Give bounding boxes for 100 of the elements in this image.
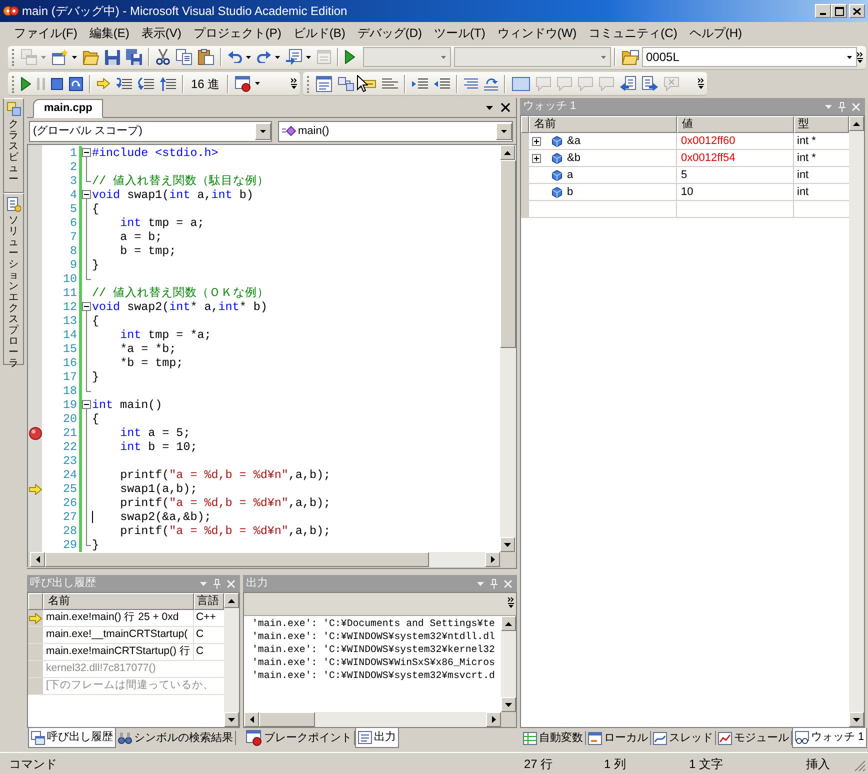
document-arrow-icon[interactable]	[642, 76, 658, 92]
folder-icon[interactable]	[83, 50, 99, 64]
collapse-icon[interactable]	[82, 148, 91, 157]
scrollbar[interactable]	[30, 552, 500, 567]
menu-item[interactable]: ウィンドウ(W)	[491, 24, 583, 42]
menu-item[interactable]: ファイル(F)	[8, 24, 84, 42]
scrollbar[interactable]	[501, 616, 516, 712]
scrollbar[interactable]	[500, 145, 516, 552]
cubes-icon[interactable]	[338, 76, 354, 90]
scrollbar[interactable]	[244, 712, 501, 727]
caret-icon[interactable]	[72, 56, 77, 58]
scroll-up-button[interactable]	[849, 116, 864, 131]
panel-tab[interactable]: スレッド	[651, 731, 716, 745]
panel-tab[interactable]: ウォッチ 1	[792, 728, 868, 748]
menu-item[interactable]: デバッグ(D)	[351, 24, 428, 42]
scope-dropdown[interactable]: (グローバル スコープ)	[29, 120, 272, 142]
side-tab[interactable]: ソリューションエクスプローラ	[3, 193, 24, 365]
scroll-left-button[interactable]	[30, 552, 45, 567]
redo-arrow-icon[interactable]	[257, 51, 271, 63]
play-icon[interactable]	[345, 50, 355, 64]
close-button[interactable]	[849, 4, 865, 18]
expand-icon[interactable]	[532, 136, 541, 146]
play-icon[interactable]	[21, 76, 31, 90]
folder-icon[interactable]	[622, 50, 639, 64]
arrow-icon[interactable]	[97, 78, 110, 89]
stack-frame[interactable]: [下のフレームは間違っているか、	[46, 678, 214, 694]
panel-tab[interactable]: モジュール	[716, 731, 792, 745]
member-dropdown[interactable]: main()	[278, 120, 513, 142]
step-out-icon[interactable]	[160, 76, 176, 90]
menu-item[interactable]: 表示(V)	[135, 24, 188, 42]
dropdown-field[interactable]	[454, 47, 611, 67]
scroll-left-button[interactable]	[244, 712, 259, 727]
scroll-down-button[interactable]	[500, 537, 515, 552]
stack-frame[interactable]: main.exe!mainCRTStartup() 行	[46, 644, 190, 660]
indent-icon[interactable]	[412, 78, 428, 90]
scrollbar-thumb[interactable]	[500, 160, 516, 348]
panel-tab[interactable]: ブレークポイント	[244, 731, 355, 745]
lines-icon[interactable]	[382, 78, 398, 89]
floppy-disks-icon[interactable]	[126, 49, 142, 65]
scroll-up-button[interactable]	[500, 145, 515, 160]
collapse-icon[interactable]	[82, 302, 91, 311]
expand-icon[interactable]	[532, 154, 541, 162]
collapse-icon[interactable]	[82, 190, 91, 199]
panel-tab[interactable]: 呼び出し履歴	[28, 728, 116, 748]
close-icon[interactable]	[501, 103, 510, 112]
scroll-down-button[interactable]	[501, 697, 516, 712]
menu-item[interactable]: プロジェクト(P)	[187, 24, 288, 42]
chevron-icon[interactable]	[508, 597, 514, 608]
copy-icon[interactable]	[176, 49, 192, 65]
find-combo[interactable]: 0005L	[642, 47, 857, 67]
step-over-icon[interactable]	[138, 76, 154, 90]
minimize-button[interactable]	[815, 4, 831, 18]
step-into-icon[interactable]	[116, 76, 132, 90]
scrollbar[interactable]	[224, 593, 239, 727]
collapse-icon[interactable]	[82, 400, 91, 409]
scissors-icon[interactable]	[156, 49, 170, 65]
align-lines-icon[interactable]	[464, 78, 478, 89]
undo-arrow-icon[interactable]	[228, 51, 242, 63]
menu-item[interactable]: 編集(E)	[83, 24, 136, 42]
stack-frame[interactable]: main.exe!main() 行 25 + 0xd	[46, 610, 179, 626]
scroll-down-button[interactable]	[849, 712, 864, 727]
scroll-up-button[interactable]	[224, 593, 239, 608]
panel-icon[interactable]	[512, 76, 530, 90]
document-arrow-icon[interactable]	[620, 76, 636, 92]
panel-tab[interactable]: ローカル	[586, 731, 651, 745]
maximize-button[interactable]	[831, 4, 847, 18]
panel-tab[interactable]: 自動変数	[521, 731, 586, 745]
outdent-icon[interactable]	[434, 78, 450, 90]
caret-icon[interactable]	[254, 82, 260, 85]
chevron-icon[interactable]	[698, 78, 704, 89]
window-list-icon[interactable]	[316, 76, 332, 92]
breakpoint-icon[interactable]	[28, 426, 42, 440]
lines-arrow-icon[interactable]	[484, 76, 498, 90]
scrollbar-thumb[interactable]	[259, 712, 315, 727]
stop-icon[interactable]	[51, 78, 63, 90]
caret-icon[interactable]	[847, 56, 852, 58]
window-star-icon[interactable]	[52, 49, 68, 65]
dropdown-field[interactable]	[363, 47, 451, 67]
scroll-down-button[interactable]	[224, 712, 239, 727]
document-tab[interactable]: main.cpp	[33, 99, 104, 118]
caret-icon[interactable]	[306, 56, 311, 58]
chevron-icon[interactable]	[857, 52, 863, 62]
scrollbar[interactable]	[849, 116, 864, 727]
chevron-icon[interactable]	[291, 78, 297, 89]
caret-icon[interactable]	[246, 56, 251, 58]
scroll-right-button[interactable]	[485, 552, 500, 567]
menu-item[interactable]: コミュニティ(C)	[582, 24, 684, 42]
clipboard-icon[interactable]	[198, 49, 214, 65]
hex-button[interactable]: 16 進	[188, 74, 223, 94]
scroll-right-button[interactable]	[486, 712, 501, 727]
scroll-up-button[interactable]	[501, 616, 516, 631]
menu-item[interactable]: ビルド(B)	[287, 24, 352, 42]
caret-icon[interactable]	[275, 56, 280, 58]
side-tab[interactable]: クラスビュー	[3, 98, 24, 193]
stack-frame[interactable]: main.exe!__tmainCRTStartup(	[46, 627, 188, 643]
scrollbar-thumb[interactable]	[45, 552, 429, 567]
menu-item[interactable]: ヘルプ(H)	[683, 24, 748, 42]
panel-tab[interactable]: シンボルの検索結果	[116, 731, 236, 745]
caret-icon[interactable]	[486, 106, 493, 110]
menu-item[interactable]: ツール(T)	[428, 24, 492, 42]
